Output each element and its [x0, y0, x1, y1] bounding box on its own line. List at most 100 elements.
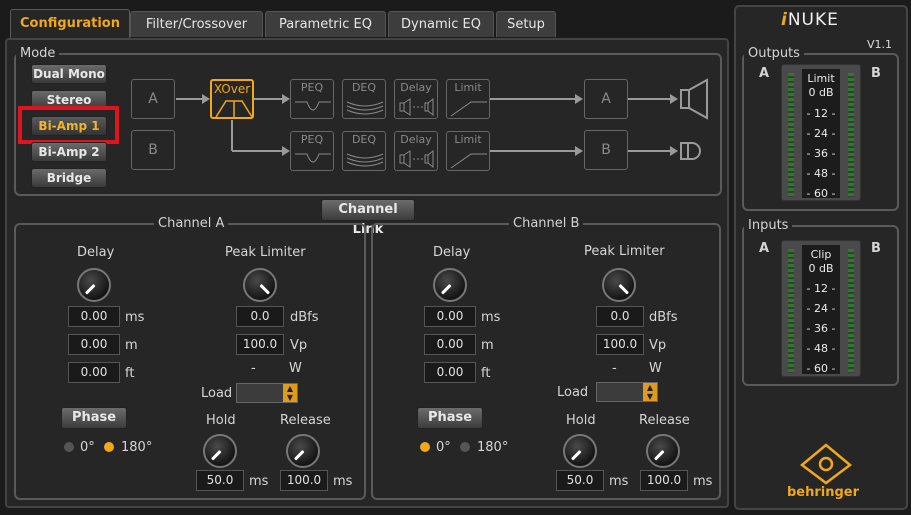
- outputs-b-label: B: [871, 66, 881, 81]
- hold-knob[interactable]: [563, 434, 597, 468]
- phase-button[interactable]: Phase: [417, 407, 483, 429]
- peq-curve-icon: [295, 101, 331, 111]
- deq-label: DEQ: [351, 81, 377, 94]
- load-label: Load: [201, 386, 233, 401]
- phase-180-radio[interactable]: [460, 442, 470, 452]
- scale-label: 0 dB: [808, 86, 834, 99]
- peak-limiter-knob[interactable]: [243, 268, 277, 302]
- behringer-logo-icon: [799, 443, 853, 485]
- hold-field[interactable]: 50.0: [556, 470, 604, 491]
- speaker-small-icon: [680, 142, 701, 160]
- release-knob[interactable]: [286, 434, 320, 468]
- release-label: Release: [280, 413, 331, 428]
- hold-label: Hold: [206, 413, 236, 428]
- release-unit: ms: [333, 474, 353, 489]
- delay-m-field[interactable]: 0.00: [68, 334, 120, 355]
- delay-label: Delay: [400, 133, 432, 146]
- logo-text: NUKE: [787, 10, 839, 30]
- delay-ft-field[interactable]: 0.00: [424, 362, 476, 383]
- limiter-dbfs-field[interactable]: 0.0: [596, 306, 644, 327]
- xover-curve-icon: [215, 100, 253, 118]
- delay-ft-field[interactable]: 0.00: [68, 362, 120, 383]
- load-select[interactable]: ▲ ▼: [596, 382, 658, 402]
- scale-label: - 12 -: [806, 107, 836, 120]
- channel-a-legend: Channel A: [158, 216, 225, 231]
- delay-knob[interactable]: [77, 268, 111, 302]
- logo-prefix: i: [781, 10, 788, 30]
- phase-180-label: 180°: [477, 440, 509, 455]
- delay-ft-unit: ft: [481, 366, 491, 381]
- release-knob[interactable]: [646, 434, 680, 468]
- deq-curve-icon: [346, 101, 384, 115]
- peak-limiter-knob[interactable]: [602, 268, 636, 302]
- limiter-vp-field[interactable]: 100.0: [236, 334, 284, 355]
- limiter-watts-value: -: [251, 361, 256, 376]
- limiter-w-unit: W: [649, 361, 662, 376]
- limit-curve-icon: [450, 101, 487, 117]
- limiter-dbfs-unit: dBfs: [290, 310, 319, 325]
- output-meter-bar-b: [848, 73, 854, 197]
- delay-ms-field[interactable]: 0.00: [424, 306, 476, 327]
- deq-curve-icon: [346, 153, 384, 167]
- xover-block[interactable]: XOver: [210, 79, 254, 119]
- peak-limiter-label: Peak Limiter: [584, 244, 665, 259]
- peak-limiter-label: Peak Limiter: [225, 245, 306, 260]
- scale-label: - 12 -: [806, 282, 836, 295]
- output-meter-scale: Limit 0 dB - 12 - - 24 - - 36 - - 48 - -…: [802, 69, 840, 200]
- limit-label: Limit: [454, 133, 482, 146]
- phase-button[interactable]: Phase: [61, 407, 127, 429]
- peq-curve-icon: [295, 153, 331, 163]
- phase-0-radio[interactable]: [64, 442, 74, 452]
- input-meter: Clip 0 dB - 12 - - 24 - - 36 - - 48 - - …: [781, 240, 861, 377]
- output-meter: Limit 0 dB - 12 - - 24 - - 36 - - 48 - -…: [781, 64, 861, 201]
- scale-label: - 36 -: [806, 322, 836, 335]
- limit-block-b[interactable]: Limit: [446, 131, 490, 171]
- limiter-vp-field[interactable]: 100.0: [596, 334, 644, 355]
- delay-speaker-icon: [399, 149, 434, 169]
- delay-m-unit: m: [125, 338, 138, 353]
- phase-0-radio[interactable]: [420, 442, 430, 452]
- inuke-logo: iNUKE: [781, 10, 839, 30]
- input-meter-bar-a: [788, 249, 794, 373]
- delay-block-a[interactable]: Delay: [394, 79, 438, 119]
- release-field[interactable]: 100.0: [640, 470, 688, 491]
- load-select[interactable]: ▲ ▼: [236, 383, 298, 403]
- delay-ft-unit: ft: [125, 366, 135, 381]
- hold-knob[interactable]: [203, 434, 237, 468]
- deq-block-b[interactable]: DEQ: [342, 131, 386, 171]
- peq-label: PEQ: [300, 133, 324, 146]
- scale-label: - 24 -: [806, 302, 836, 315]
- input-meter-scale: Clip 0 dB - 12 - - 24 - - 36 - - 48 - - …: [802, 245, 840, 375]
- input-meter-bar-b: [848, 249, 854, 373]
- delay-ms-field[interactable]: 0.00: [68, 306, 120, 327]
- output-meter-header: Limit: [807, 72, 835, 85]
- limit-block-a[interactable]: Limit: [446, 79, 490, 119]
- outputs-legend: Outputs: [748, 46, 800, 61]
- delay-label: Delay: [77, 245, 115, 260]
- delay-label: Delay: [400, 81, 432, 94]
- phase-0-label: 0°: [80, 440, 95, 455]
- release-field[interactable]: 100.0: [280, 470, 328, 491]
- delay-m-unit: m: [481, 338, 494, 353]
- peq-block-a[interactable]: PEQ: [290, 79, 334, 119]
- behringer-wordmark: behringer: [787, 485, 860, 500]
- select-arrow-icon: ▲ ▼: [283, 384, 297, 402]
- release-label: Release: [639, 413, 690, 428]
- scale-label: - 48 -: [806, 342, 836, 355]
- scale-label: - 36 -: [806, 147, 836, 160]
- release-unit: ms: [693, 474, 713, 489]
- limit-curve-icon: [450, 153, 487, 169]
- peq-block-b[interactable]: PEQ: [290, 131, 334, 171]
- deq-block-a[interactable]: DEQ: [342, 79, 386, 119]
- hold-field[interactable]: 50.0: [196, 470, 244, 491]
- channel-b-legend: Channel B: [513, 216, 580, 231]
- outputs-a-label: A: [759, 66, 770, 81]
- delay-knob[interactable]: [433, 268, 467, 302]
- delay-m-field[interactable]: 0.00: [424, 334, 476, 355]
- scale-label: - 24 -: [806, 127, 836, 140]
- inputs-b-label: B: [871, 241, 881, 256]
- phase-180-radio[interactable]: [104, 442, 114, 452]
- limiter-dbfs-field[interactable]: 0.0: [236, 306, 284, 327]
- select-arrow-icon: ▲ ▼: [643, 383, 657, 401]
- delay-block-b[interactable]: Delay: [394, 131, 438, 171]
